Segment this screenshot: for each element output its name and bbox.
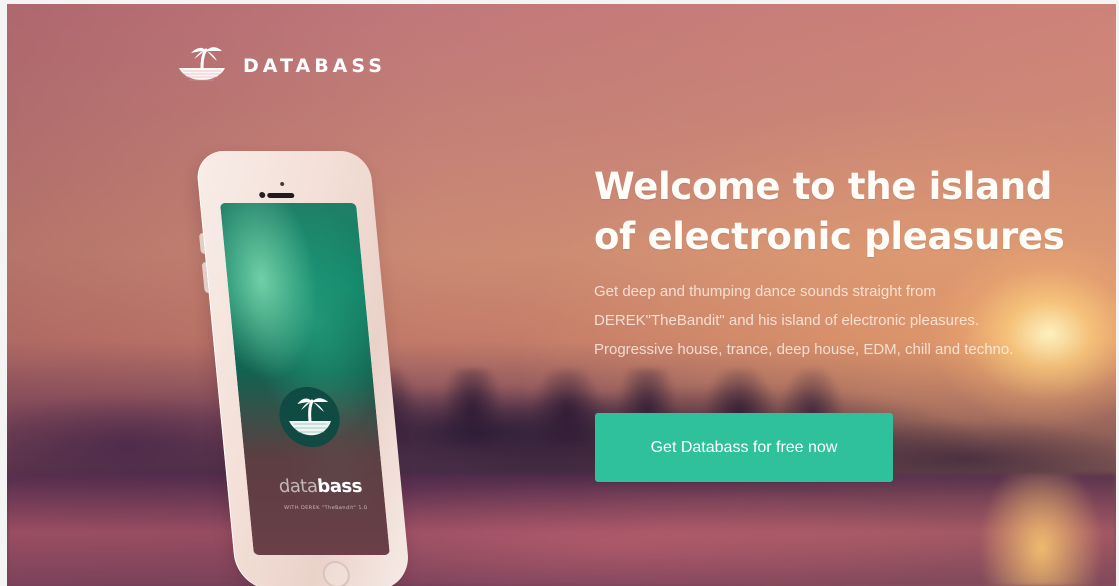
brand-logo[interactable]: DATABASS [173,43,413,91]
phone-app-title-bold: bass [316,476,363,497]
phone-camera [258,192,266,198]
hero-section: DATABASS databass WITH DEREK "TheBandit"… [7,4,1116,586]
phone-app-title: databass [256,476,384,497]
palm-island-icon [279,387,340,447]
phone-app-title-light: data [277,476,319,497]
phone-home-button [321,561,352,586]
phone-volume-button-bottom [201,262,209,293]
palm-island-icon [179,47,225,81]
phone-speaker [267,193,295,198]
phone-app-subtitle: WITH DEREK "TheBandit" 1.0 [283,505,368,511]
phone-screen: databass WITH DEREK "TheBandit" 1.0 [220,203,390,555]
phone-sensor [279,182,285,186]
hero-title: Welcome to the island of electronic plea… [594,164,1065,258]
get-databass-button[interactable]: Get Databass for free now [595,413,893,482]
brand-name: DATABASS [243,55,386,77]
hero-description: Get deep and thumping dance sounds strai… [594,283,1014,358]
background-water [7,474,1116,586]
phone-volume-button-top [198,233,205,254]
